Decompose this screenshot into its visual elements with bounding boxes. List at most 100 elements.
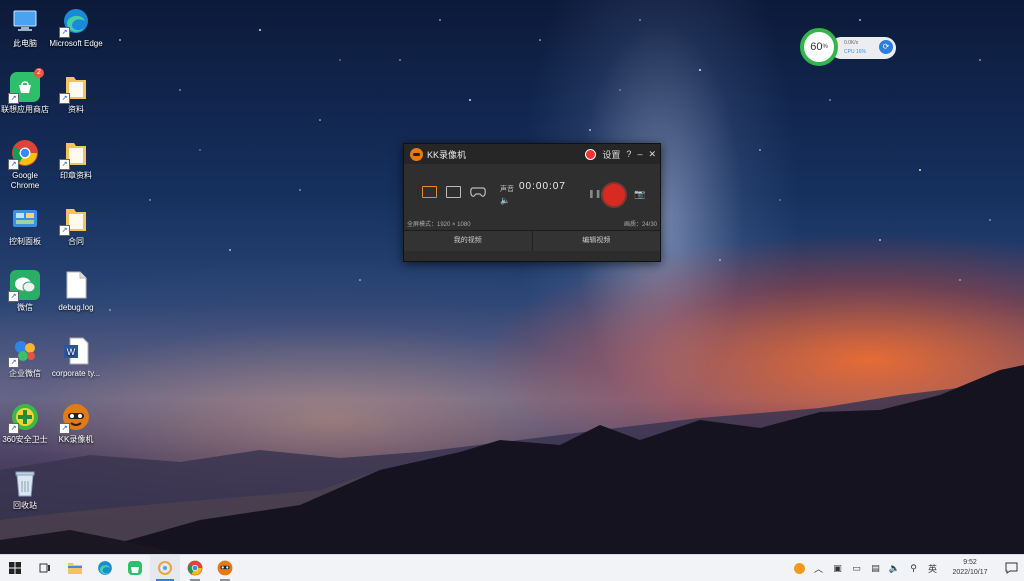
desktop-icon-label: 360安全卫士 <box>2 435 48 444</box>
tray-display-icon[interactable]: ▣ <box>828 555 847 581</box>
desktop-icon-folder-contract[interactable]: ↗ 合同 <box>48 204 104 247</box>
photos-icon <box>158 561 172 575</box>
audio-label: 声音 <box>500 186 514 193</box>
pause-icon[interactable]: ❚❚ <box>588 189 601 198</box>
window-title: KK录像机 <box>427 149 467 160</box>
folder-icon: ↗ <box>59 138 91 170</box>
desktop-icon-wechat[interactable]: ↗ 微信 <box>0 270 53 313</box>
folder-icon: ↗ <box>59 204 91 236</box>
desktop-icon-label: Google Chrome <box>10 171 40 190</box>
desktop-icon-folder-ziliao[interactable]: ↗ 资料 <box>48 72 104 115</box>
action-center-button[interactable] <box>998 555 1024 581</box>
net-speed-text: 0.0K/s <box>844 40 859 46</box>
game-mode-icon[interactable] <box>470 186 486 198</box>
memory-ring[interactable]: 60% <box>800 28 838 66</box>
minimize-button[interactable]: – <box>637 149 642 159</box>
recorder-body: 声音 🔈 00:00:07 ❚❚ 📷 全屏模式：1920 × 1080 画质：2… <box>404 164 660 230</box>
quality-status: 画质：24/30 <box>623 222 657 228</box>
network-icon[interactable]: ⚲ <box>904 555 923 581</box>
accelerate-icon[interactable]: ⟳ <box>879 40 893 54</box>
desktop-icon-label: 合同 <box>68 237 84 246</box>
file-icon <box>61 270 91 300</box>
notification-icon <box>1005 562 1017 574</box>
file-explorer-icon <box>68 563 82 574</box>
taskbar-lenovo-store[interactable] <box>120 555 150 581</box>
edge-icon: ↗ <box>59 6 91 38</box>
word-doc-icon: W <box>61 336 91 366</box>
taskbar-edge[interactable] <box>90 555 120 581</box>
widget-panel: 0.0K/s CPU 16% ⟳ <box>830 37 896 59</box>
taskbar: ︿ ▣ ▭ ▤ 🔈 ⚲ 英 9:52 2022/10/17 <box>0 554 1024 581</box>
window-titlebar[interactable]: KK录像机 设置 ? – ✕ <box>404 144 660 164</box>
tray-device-icon[interactable]: ▤ <box>866 555 885 581</box>
svg-text:W: W <box>67 347 76 357</box>
chrome-icon: ↗ <box>8 138 40 170</box>
input-method-indicator[interactable]: 英 <box>923 555 942 581</box>
desktop-icon-lenovo-store[interactable]: ↗ 2 联想应用商店 <box>0 68 53 115</box>
desktop-icon-debug-log[interactable]: debug.log <box>48 270 104 313</box>
settings-button[interactable]: 设置 <box>602 148 620 161</box>
my-videos-button[interactable]: 我的视频 <box>404 231 532 251</box>
screenshot-camera-icon[interactable]: 📷 <box>634 189 645 200</box>
task-view-icon <box>39 563 50 573</box>
wecom-icon: ↗ <box>8 336 40 368</box>
show-hidden-icons-button[interactable]: ︿ <box>809 555 828 581</box>
wallpaper-mountains <box>0 19 1024 554</box>
speaker-icon[interactable]: 🔈 <box>500 196 510 205</box>
desktop-icon-label: 控制面板 <box>9 237 41 246</box>
taskbar-clock[interactable]: 9:52 2022/10/17 <box>942 558 998 578</box>
memory-percent-unit: % <box>822 44 828 50</box>
clock-date: 2022/10/17 <box>952 569 988 576</box>
desktop-icon-label: 资料 <box>68 105 84 114</box>
volume-icon[interactable]: 🔈 <box>885 555 904 581</box>
desktop-icon-label: debug.log <box>58 303 94 312</box>
desktop-icon-label: 企业微信 <box>9 369 41 378</box>
taskbar-file-explorer[interactable] <box>60 555 90 581</box>
chrome-icon <box>187 560 203 576</box>
desktop-icon-folder-seal[interactable]: ↗ 印章资料 <box>48 138 104 181</box>
desktop-icon-360[interactable]: ↗ 360安全卫士 <box>0 402 53 445</box>
desktop-icon-label: 此电脑 <box>13 39 37 48</box>
kk-logo-icon <box>410 147 423 161</box>
tray-app-icon[interactable] <box>790 555 809 581</box>
edge-icon <box>98 561 112 575</box>
battery-icon[interactable]: ▭ <box>847 555 866 581</box>
speed-widget[interactable]: 0.0K/s CPU 16% ⟳ 60% <box>800 28 896 66</box>
wechat-icon: ↗ <box>8 270 40 302</box>
desktop-icon-label: corporate ty... <box>51 369 101 378</box>
lenovo-store-icon: ↗ 2 <box>8 68 44 104</box>
kk-recorder-window[interactable]: KK录像机 设置 ? – ✕ 声音 🔈 00:00:07 ❚❚ 📷 全屏模式：1… <box>403 143 661 262</box>
memory-percent: 60 <box>810 41 823 53</box>
notification-badge: 2 <box>34 68 44 78</box>
desktop-icon-control-panel[interactable]: 控制面板 <box>0 204 53 247</box>
record-indicator-icon <box>585 148 597 160</box>
taskbar-kk-recorder[interactable] <box>210 555 240 581</box>
desktop-icon-recycle-bin[interactable]: 回收站 <box>0 468 53 511</box>
record-button[interactable] <box>603 184 625 206</box>
taskbar-chrome[interactable] <box>180 555 210 581</box>
help-button[interactable]: ? <box>626 149 631 159</box>
start-icon <box>9 562 21 574</box>
recording-timer: 00:00:07 <box>519 181 566 192</box>
desktop-icon-word-doc[interactable]: W corporate ty... <box>48 336 104 379</box>
fullscreen-mode-icon[interactable] <box>422 186 437 198</box>
computer-icon <box>10 6 40 36</box>
window-mode-icon[interactable] <box>446 186 461 198</box>
desktop-icon-label: 印章资料 <box>60 171 92 180</box>
edit-video-button[interactable]: 编辑视频 <box>531 231 661 251</box>
capture-mode-status: 全屏模式：1920 × 1080 <box>407 222 471 228</box>
desktop-icon-label: 回收站 <box>13 501 37 510</box>
desktop-icon-wecom[interactable]: ↗ 企业微信 <box>0 336 53 379</box>
close-button[interactable]: ✕ <box>648 149 656 160</box>
control-panel-icon <box>10 204 40 234</box>
desktop-icon-kk-recorder[interactable]: ↗ KK录像机 <box>48 402 104 445</box>
taskbar-photos[interactable] <box>150 555 180 581</box>
desktop-wallpaper <box>0 0 1024 554</box>
cpu-usage-text: CPU 16% <box>844 49 866 55</box>
start-button[interactable] <box>0 555 30 581</box>
desktop-icon-this-pc[interactable]: 此电脑 <box>0 6 53 49</box>
lenovo-store-icon <box>128 561 142 575</box>
desktop-icon-edge[interactable]: ↗ Microsoft Edge <box>48 6 104 49</box>
task-view-button[interactable] <box>30 555 60 581</box>
desktop-icon-chrome[interactable]: ↗ Google Chrome <box>0 138 53 191</box>
